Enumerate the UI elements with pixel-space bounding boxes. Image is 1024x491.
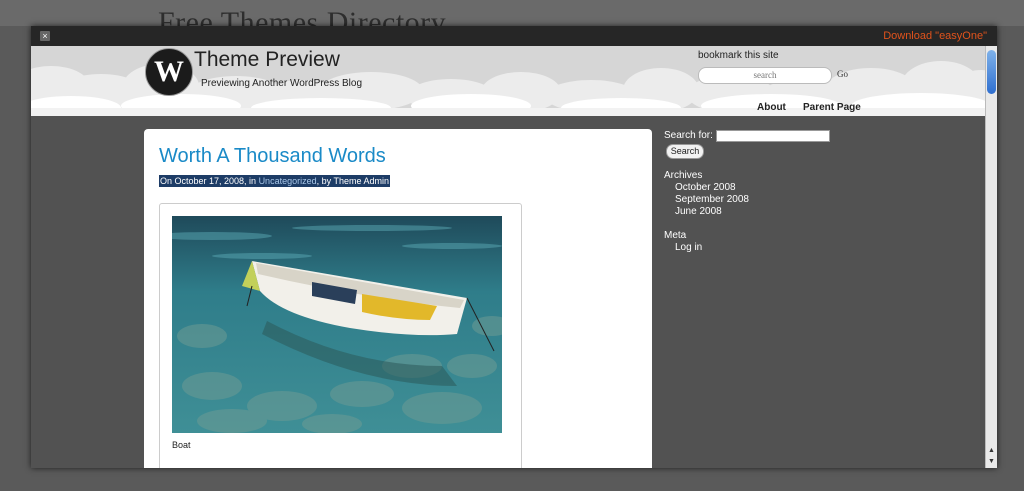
blog-title[interactable]: Theme Preview	[194, 48, 340, 72]
post-meta-date: On October 17, 2008, in	[160, 176, 259, 186]
theme-preview-modal: × Download "easyOne" W Theme Preview Pre…	[31, 26, 997, 468]
nav-about[interactable]: About	[757, 102, 786, 113]
post-meta: On October 17, 2008, in Uncategorized, b…	[159, 175, 390, 187]
nav-parent-page[interactable]: Parent Page	[803, 102, 861, 113]
archive-link-october-2008[interactable]: October 2008	[675, 182, 736, 193]
header-go-button[interactable]: Go	[837, 69, 848, 79]
preview-viewport: W Theme Preview Previewing Another WordP…	[31, 46, 985, 468]
sidebar-search-button[interactable]: Search	[666, 144, 704, 159]
archive-link-june-2008[interactable]: June 2008	[675, 206, 722, 217]
post-card: Worth A Thousand Words On October 17, 20…	[144, 129, 652, 468]
modal-toolbar: × Download "easyOne"	[31, 26, 997, 46]
vertical-scrollbar[interactable]: ▲ ▼	[985, 46, 997, 468]
archive-link-september-2008[interactable]: September 2008	[675, 194, 749, 205]
header-search-input[interactable]: search	[698, 67, 832, 84]
post-figure: Boat	[159, 203, 522, 468]
close-button[interactable]: ×	[40, 31, 50, 41]
sidebar-search-label: Search for:	[664, 130, 713, 141]
boat-photo[interactable]	[172, 216, 502, 433]
backdrop-strip	[0, 0, 1024, 26]
scrollbar-thumb[interactable]	[987, 50, 996, 94]
scroll-up-icon[interactable]: ▲	[988, 447, 995, 454]
archives-heading: Archives	[664, 170, 703, 181]
blog-header: W Theme Preview Previewing Another WordP…	[31, 46, 985, 116]
scroll-down-icon[interactable]: ▼	[988, 458, 995, 465]
blog-description: Previewing Another WordPress Blog	[201, 78, 363, 89]
wordpress-logo-icon[interactable]: W	[145, 48, 193, 96]
post-category-link[interactable]: Uncategorized	[259, 176, 317, 186]
image-caption: Boat	[172, 440, 191, 450]
post-title[interactable]: Worth A Thousand Words	[159, 145, 386, 168]
sidebar-search-input[interactable]	[716, 130, 830, 142]
login-link[interactable]: Log in	[675, 242, 702, 253]
download-link[interactable]: Download "easyOne"	[883, 30, 987, 42]
bookmark-link[interactable]: bookmark this site	[698, 50, 779, 61]
post-meta-author: , by Theme Admin	[316, 176, 389, 186]
meta-heading: Meta	[664, 230, 687, 241]
boat-image	[172, 216, 502, 433]
